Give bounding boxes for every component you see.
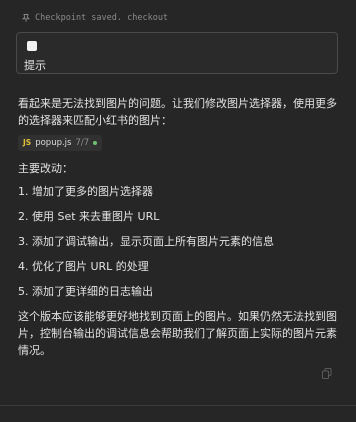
changes-list: 1. 增加了更多的图片选择器 2. 使用 Set 来去重图片 URL 3. 添加… [18,183,344,300]
copy-icon[interactable] [322,364,332,383]
checkpoint-text: Checkpoint saved. checkout [35,13,169,23]
list-item: 5. 添加了更详细的日志输出 [18,285,153,298]
prompt-checkbox[interactable] [27,41,37,51]
file-meta: 7/7 [75,138,90,148]
list-item: 1. 增加了更多的图片选择器 [18,185,153,198]
prompt-box[interactable]: 提示 [16,32,338,74]
assistant-message: 看起来是无法找到图片的问题。让我们修改图片选择器，使用更多的选择器来匹配小红书的… [18,95,344,359]
file-name: popup.js [35,138,72,148]
divider [0,405,356,406]
changes-heading: 主要改动： [18,162,73,175]
message-summary: 这个版本应该能够更好地找到页面上的图片。如果仍然无法找到图片，控制台输出的调试信… [18,310,337,357]
list-item: 4. 优化了图片 URL 的处理 [18,260,149,273]
prompt-label: 提示 [24,59,46,72]
message-intro: 看起来是无法找到图片的问题。让我们修改图片选择器，使用更多的选择器来匹配小红书的… [18,97,337,127]
js-file-icon: JS [23,138,32,147]
file-reference-chip[interactable]: JS popup.js 7/7 [18,135,103,151]
list-item: 3. 添加了调试输出，显示页面上所有图片元素的信息 [18,235,274,248]
pin-icon [22,14,30,22]
status-dot-icon [93,141,98,145]
checkpoint-status: Checkpoint saved. checkout [22,13,168,23]
list-item: 2. 使用 Set 来去重图片 URL [18,210,160,223]
